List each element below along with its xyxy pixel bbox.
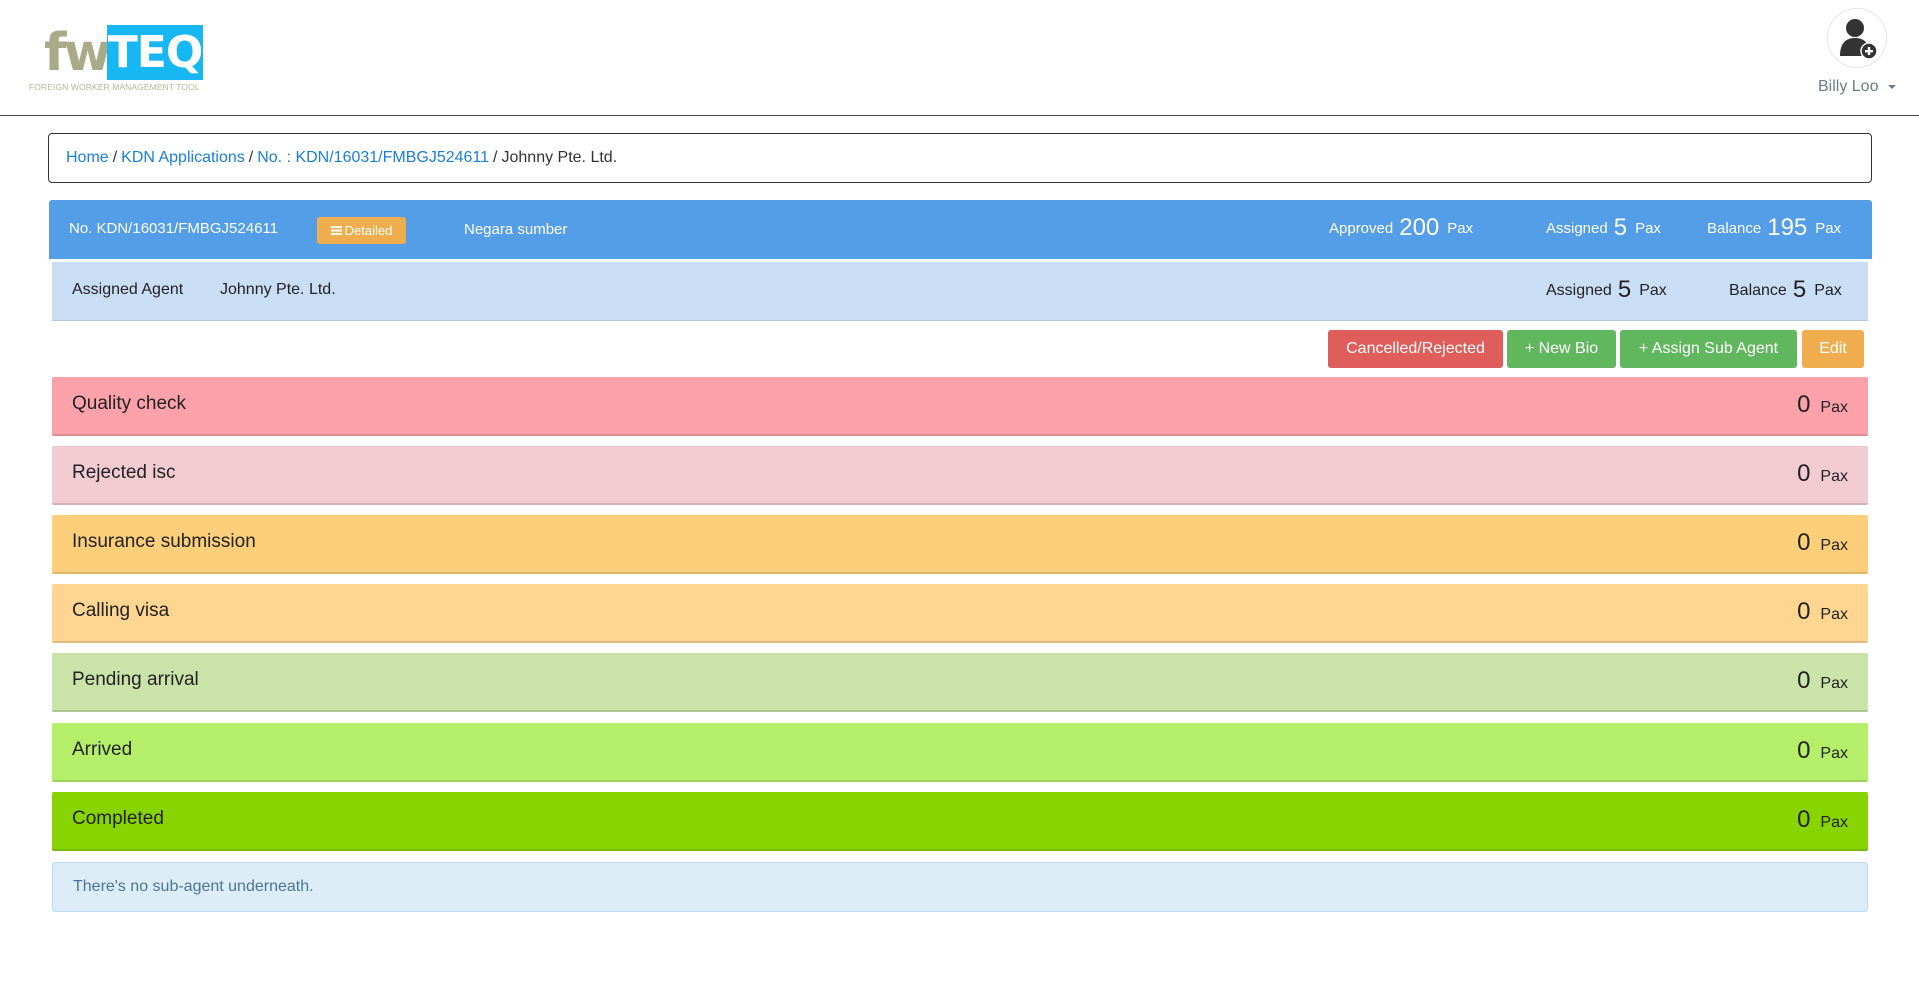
status-count: 0 Pax xyxy=(1797,806,1848,834)
source-country-label: Negara sumber xyxy=(464,221,568,238)
status-name: Insurance submission xyxy=(72,531,256,552)
assigned-value: 5 xyxy=(1613,214,1628,241)
status-count-unit: Pax xyxy=(1820,814,1848,831)
status-row[interactable]: Pending arrival 0 Pax xyxy=(52,653,1868,712)
detailed-label: Detailed xyxy=(344,223,393,238)
status-count-value: 0 xyxy=(1797,598,1811,625)
assign-sub-agent-button[interactable]: + Assign Sub Agent xyxy=(1620,330,1797,368)
cancelled-rejected-button[interactable]: Cancelled/Rejected xyxy=(1328,330,1503,368)
status-name: Completed xyxy=(72,808,164,829)
detailed-button[interactable]: Detailed xyxy=(317,217,406,244)
approved-unit: Pax xyxy=(1447,220,1474,237)
agent-balance-stat: Balance 5 Pax xyxy=(1729,276,1842,304)
status-count-unit: Pax xyxy=(1820,399,1848,416)
status-count: 0 Pax xyxy=(1797,667,1848,695)
status-name: Quality check xyxy=(72,393,187,414)
assigned-label: Assigned xyxy=(1546,220,1608,237)
status-row[interactable]: Insurance submission 0 Pax xyxy=(52,515,1868,574)
logo-tagline: FOREIGN WORKER MANAGEMENT TOOL xyxy=(29,82,200,92)
no-sub-agent-message: There's no sub-agent underneath. xyxy=(52,862,1868,912)
status-row[interactable]: Completed 0 Pax xyxy=(52,792,1868,851)
status-row[interactable]: Quality check 0 Pax xyxy=(52,377,1868,436)
approved-stat: Approved 200 Pax xyxy=(1329,214,1473,242)
status-name: Calling visa xyxy=(72,600,170,621)
status-count-unit: Pax xyxy=(1820,675,1848,692)
breadcrumb-kdn-applications[interactable]: KDN Applications xyxy=(121,149,245,166)
agent-assigned-value: 5 xyxy=(1617,276,1632,303)
assigned-agent-label: Assigned Agent xyxy=(72,281,184,298)
status-name: Pending arrival xyxy=(72,669,199,690)
logo-fw: fw xyxy=(44,23,112,83)
top-bar: fw TEQ FOREIGN WORKER MANAGEMENT TOOL Bi… xyxy=(0,0,1919,116)
user-plus-icon xyxy=(1840,19,1878,60)
breadcrumb-separator: / xyxy=(493,149,498,166)
breadcrumb-application-number[interactable]: No. : KDN/16031/FMBGJ524611 xyxy=(257,149,489,166)
breadcrumb: Home / KDN Applications / No. : KDN/16031/FM… xyxy=(48,133,1872,183)
edit-button[interactable]: Edit xyxy=(1802,330,1864,368)
balance-label: Balance xyxy=(1707,220,1762,237)
status-count-value: 0 xyxy=(1797,806,1811,833)
approved-value: 200 xyxy=(1399,214,1440,241)
approved-label: Approved xyxy=(1329,220,1394,237)
status-count: 0 Pax xyxy=(1797,529,1848,557)
assigned-unit: Pax xyxy=(1635,220,1661,237)
status-count-unit: Pax xyxy=(1820,468,1848,485)
agent-assigned-stat: Assigned 5 Pax xyxy=(1546,276,1667,304)
assigned-agent-name: Johnny Pte. Ltd. xyxy=(220,281,336,298)
breadcrumb-separator: / xyxy=(248,149,254,166)
application-reference: No. KDN/16031/FMBGJ524611 xyxy=(69,220,278,237)
balance-value: 195 xyxy=(1767,214,1808,241)
status-count-value: 0 xyxy=(1797,667,1811,694)
status-count-value: 0 xyxy=(1797,737,1811,764)
balance-stat: Balance 195 Pax xyxy=(1707,214,1841,242)
fwteq-logo[interactable]: fw TEQ FOREIGN WORKER MANAGEMENT TOOL xyxy=(29,24,205,94)
agent-balance-value: 5 xyxy=(1792,276,1807,303)
status-count: 0 Pax xyxy=(1797,598,1848,626)
status-count: 0 Pax xyxy=(1797,460,1848,488)
status-count-unit: Pax xyxy=(1820,537,1848,554)
avatar[interactable] xyxy=(1827,8,1887,68)
status-count-value: 0 xyxy=(1797,529,1811,556)
breadcrumb-separator: / xyxy=(112,149,118,166)
agent-assigned-label: Assigned xyxy=(1546,282,1612,299)
status-count: 0 Pax xyxy=(1797,391,1848,419)
user-name: Billy Loo xyxy=(1818,78,1879,95)
assigned-agent-panel: Assigned Agent Johnny Pte. Ltd. Assigned… xyxy=(52,262,1868,321)
status-count-unit: Pax xyxy=(1820,606,1848,623)
user-menu-dropdown[interactable]: Billy Loo xyxy=(1818,78,1897,96)
assigned-stat: Assigned 5 Pax xyxy=(1546,214,1661,242)
status-count: 0 Pax xyxy=(1797,737,1848,765)
list-icon xyxy=(330,226,342,235)
agent-balance-label: Balance xyxy=(1729,282,1787,299)
agent-assigned-unit: Pax xyxy=(1639,282,1667,299)
application-summary-panel: No. KDN/16031/FMBGJ524611 Detailed Negar… xyxy=(49,200,1872,259)
status-name: Arrived xyxy=(72,739,133,760)
status-row[interactable]: Calling visa 0 Pax xyxy=(52,584,1868,643)
status-name: Rejected isc xyxy=(72,462,176,483)
caret-down-icon xyxy=(1888,84,1897,89)
status-count-value: 0 xyxy=(1797,391,1811,418)
breadcrumb-home[interactable]: Home xyxy=(66,149,109,166)
status-count-unit: Pax xyxy=(1820,745,1848,762)
logo-teq: TEQ xyxy=(107,25,203,80)
breadcrumb-current: Johnny Pte. Ltd. xyxy=(501,149,618,166)
status-count-value: 0 xyxy=(1797,460,1811,487)
agent-balance-unit: Pax xyxy=(1814,282,1842,299)
status-row[interactable]: Rejected isc 0 Pax xyxy=(52,446,1868,505)
status-row[interactable]: Arrived 0 Pax xyxy=(52,723,1868,782)
new-bio-button[interactable]: + New Bio xyxy=(1507,330,1616,368)
balance-unit: Pax xyxy=(1815,220,1842,237)
